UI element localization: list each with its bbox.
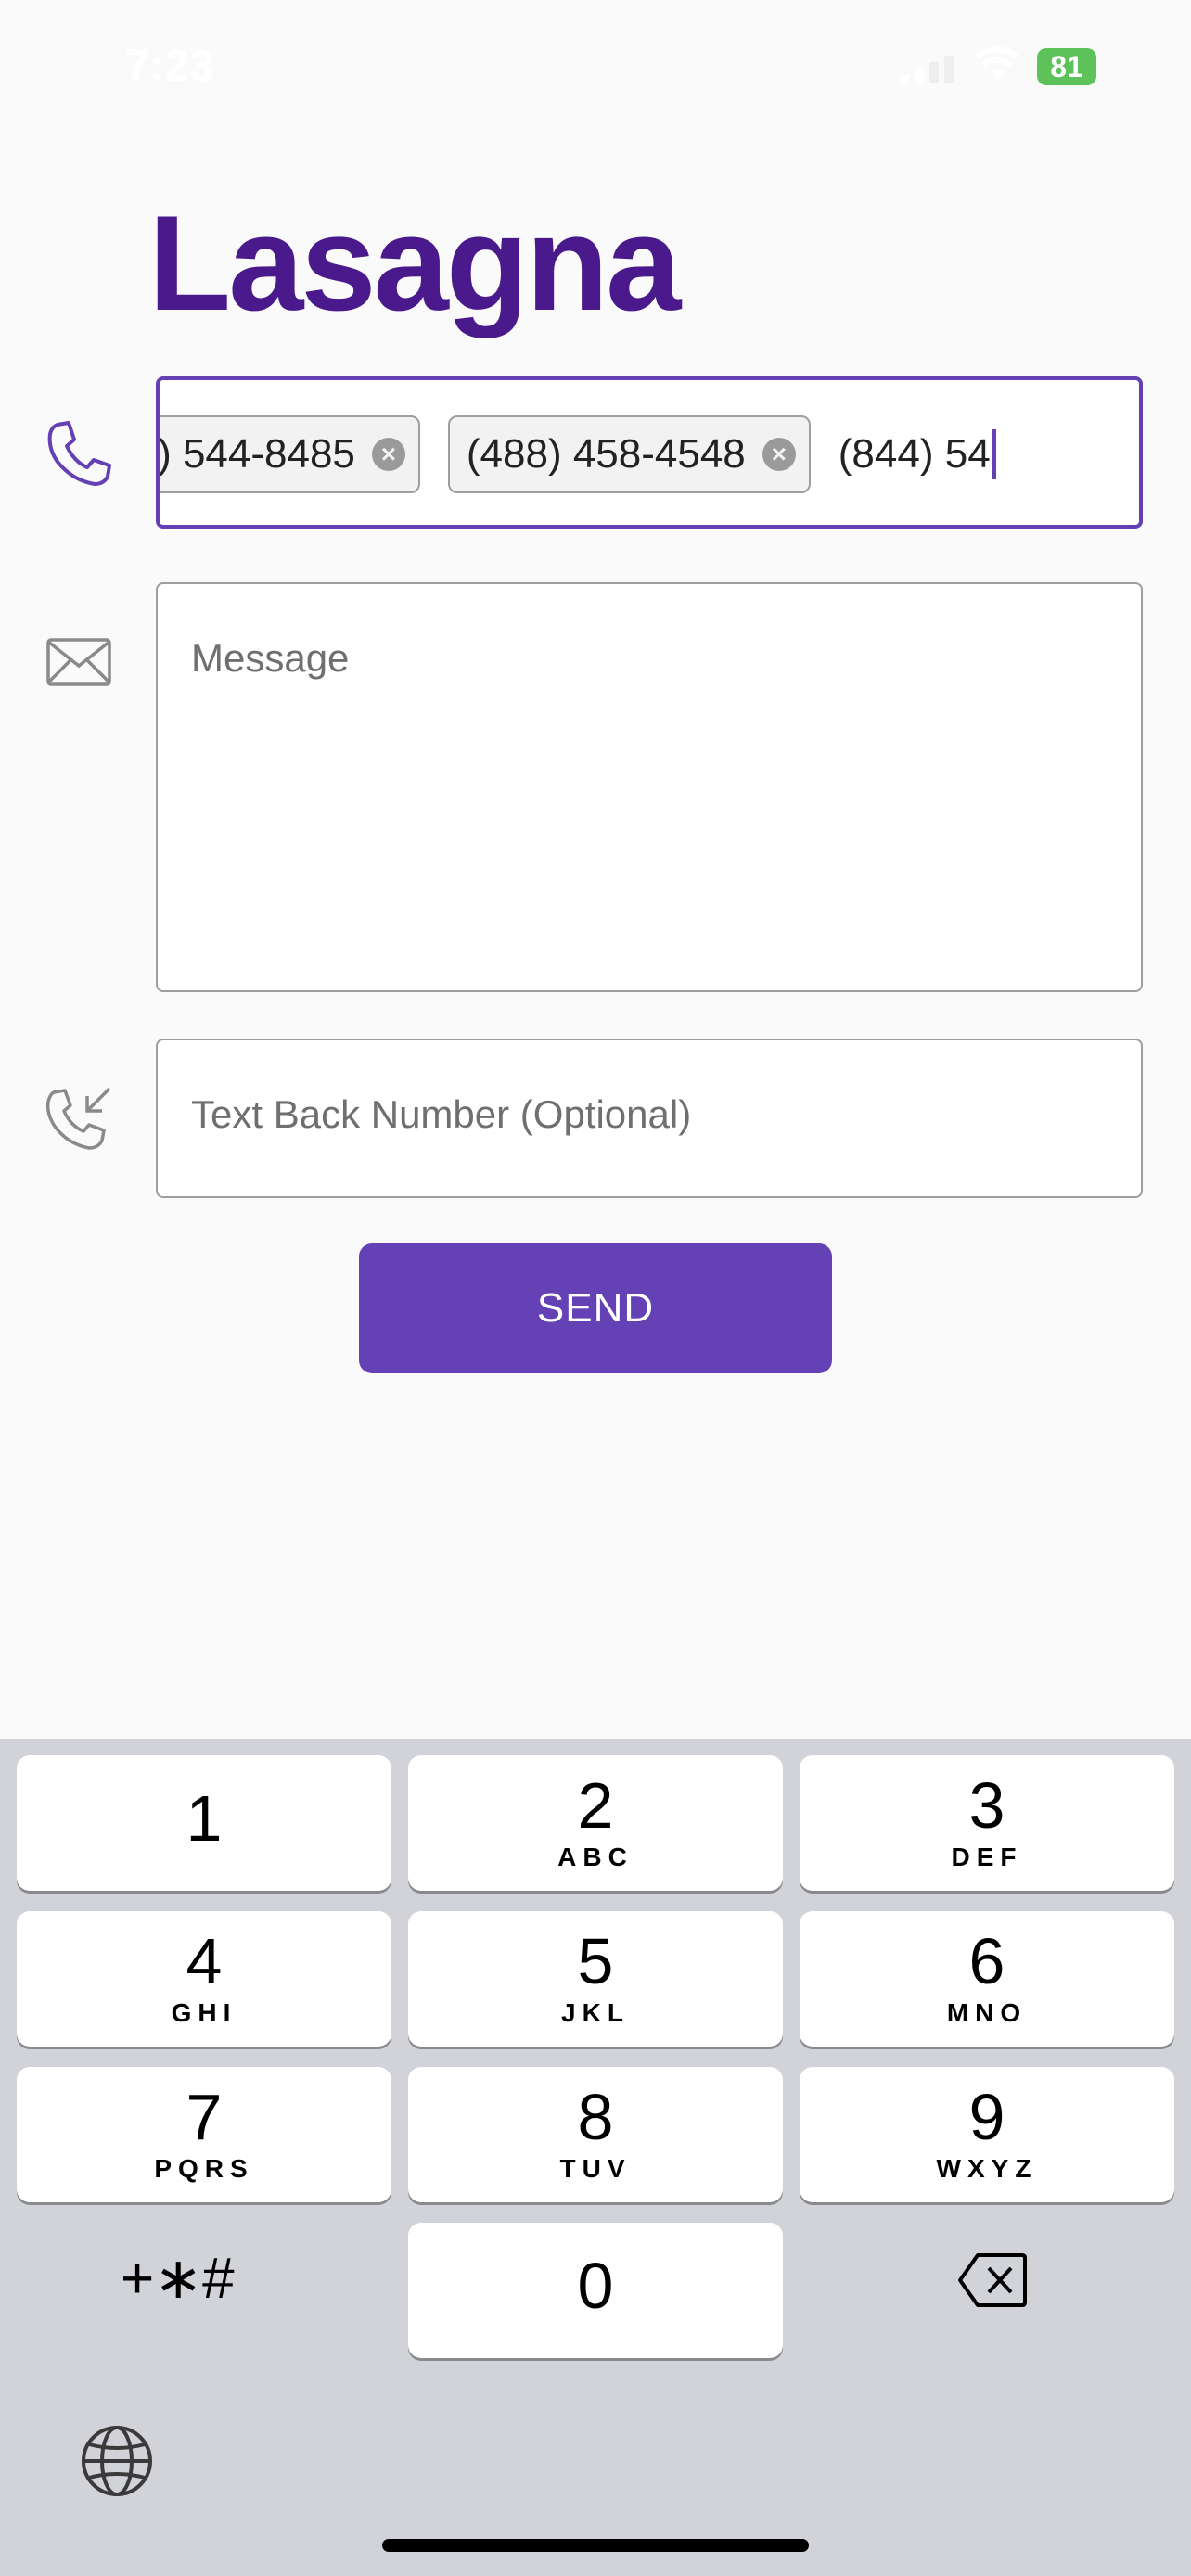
text-back-placeholder: Text Back Number (Optional) [191,1092,692,1136]
key-letters: DEF [951,1843,1023,1871]
key-3[interactable]: 3 DEF [800,1755,1174,1891]
key-2[interactable]: 2 ABC [408,1755,783,1891]
delete-backspace-icon[interactable] [957,2251,1028,2309]
recipient-chips: (844) 544-8485 × (488) 458-4548 × (844) … [158,415,996,493]
key-5[interactable]: 5 JKL [408,1911,783,2047]
recipient-chip[interactable]: (488) 458-4548 × [447,415,811,493]
status-time: 7:23 [125,42,215,91]
key-digit: 3 [968,1769,1005,1842]
key-digit: 8 [577,2081,614,2153]
key-letters: ABC [557,1843,634,1871]
recipient-chip[interactable]: (844) 544-8485 × [158,415,420,493]
key-letters: GHI [171,1998,237,2027]
symbols-key[interactable]: +∗# [121,2244,235,2312]
chip-label: (488) 458-4548 [466,431,746,477]
key-4[interactable]: 4 GHI [17,1911,391,2047]
key-letters: JKL [561,1998,630,2027]
text-back-number-field[interactable]: Text Back Number (Optional) [156,1039,1143,1198]
key-7[interactable]: 7 PQRS [17,2067,391,2202]
cellular-signal-icon [900,56,954,83]
key-digit: 7 [186,2081,223,2153]
key-digit: 6 [968,1925,1005,1997]
status-bar: 7:23 81 [0,0,1191,130]
key-9[interactable]: 9 WXYZ [800,2067,1174,2202]
key-letters: PQRS [154,2154,254,2183]
key-digit: 1 [186,1782,223,1855]
key-digit: 5 [577,1925,614,1997]
key-8[interactable]: 8 TUV [408,2067,783,2202]
key-digit: 4 [186,1925,223,1997]
key-6[interactable]: 6 MNO [800,1911,1174,2047]
key-letters: WXYZ [936,2154,1038,2183]
remove-chip-icon[interactable]: × [762,438,796,471]
remove-chip-icon[interactable]: × [371,438,405,471]
key-1[interactable]: 1 [17,1755,391,1891]
key-digit: 2 [577,1769,614,1842]
recipient-typed-text: (844) 54 [838,431,991,477]
text-cursor [992,429,996,479]
home-indicator [382,2539,809,2552]
envelope-icon [46,638,111,686]
wifi-icon [974,46,1020,80]
send-button[interactable]: SEND [359,1243,832,1373]
recipients-field[interactable]: (844) 544-8485 × (488) 458-4548 × (844) … [156,376,1143,529]
message-placeholder: Message [191,636,350,680]
recipient-input[interactable]: (844) 54 [839,415,996,493]
battery-icon: 81 [1037,48,1096,85]
message-textarea[interactable]: Message [156,582,1143,992]
key-letters: TUV [559,2154,632,2183]
key-0[interactable]: 0 [408,2223,783,2358]
key-digit: 0 [577,2250,614,2322]
chip-label: (844) 544-8485 [158,431,355,477]
key-digit: 9 [968,2081,1005,2153]
key-letters: MNO [946,1998,1028,2027]
app-title: Lasagna [148,187,681,338]
globe-icon[interactable] [80,2424,154,2498]
phone-incoming-icon [45,1087,111,1150]
phone-icon [47,421,111,486]
